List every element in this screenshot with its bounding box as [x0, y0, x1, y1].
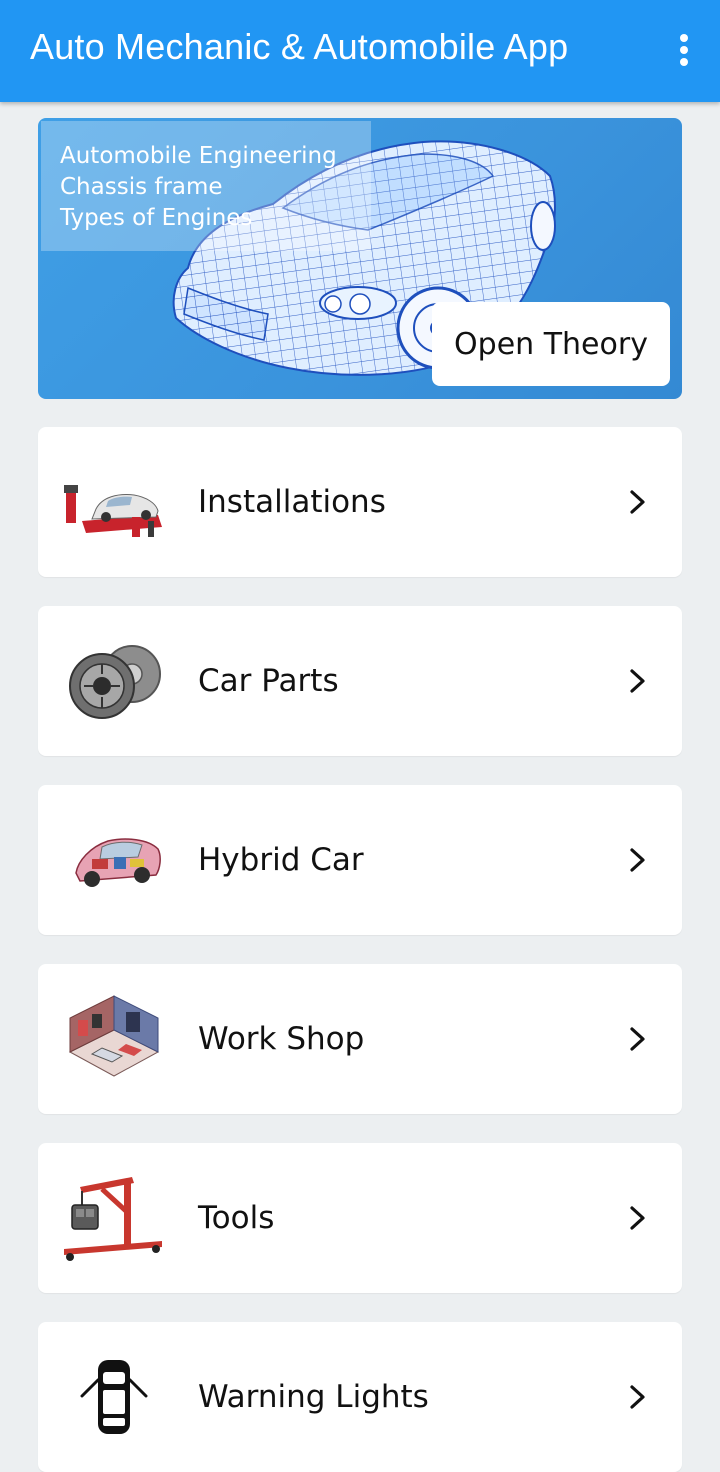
chevron-right-icon: [622, 1024, 652, 1054]
menu-item-label: Tools: [198, 1200, 275, 1236]
menu-item-label: Work Shop: [198, 1021, 365, 1057]
menu-item-label: Car Parts: [198, 663, 339, 699]
chevron-right-icon: [622, 1382, 652, 1412]
clutch-plate-icon: [62, 634, 166, 728]
app-bar: Auto Mechanic & Automobile App: [0, 0, 720, 102]
chevron-right-icon: [622, 1203, 652, 1233]
chevron-right-icon: [622, 845, 652, 875]
banner-topics-list: Automobile Engineering Chassis frame Typ…: [41, 121, 371, 251]
menu-item-installations[interactable]: Installations: [38, 427, 682, 577]
chevron-right-icon: [622, 487, 652, 517]
more-vert-icon[interactable]: [672, 30, 696, 70]
menu-item-label: Installations: [198, 484, 386, 520]
chevron-right-icon: [622, 666, 652, 696]
open-theory-button[interactable]: Open Theory: [432, 302, 670, 386]
car-top-view-icon: [62, 1350, 166, 1444]
menu-item-tools[interactable]: Tools: [38, 1143, 682, 1293]
theory-banner[interactable]: Automobile Engineering Chassis frame Typ…: [38, 118, 682, 399]
engine-crane-icon: [62, 1171, 166, 1265]
hybrid-car-icon: [62, 813, 166, 907]
menu-item-work-shop[interactable]: Work Shop: [38, 964, 682, 1114]
menu-item-label: Warning Lights: [198, 1379, 429, 1415]
banner-topic: Chassis frame: [60, 174, 223, 200]
app-title: Auto Mechanic & Automobile App: [30, 26, 569, 67]
workshop-icon: [62, 992, 166, 1086]
car-lift-icon: [62, 455, 166, 549]
menu-item-car-parts[interactable]: Car Parts: [38, 606, 682, 756]
banner-topic: Automobile Engineering: [60, 143, 337, 169]
menu-item-hybrid-car[interactable]: Hybrid Car: [38, 785, 682, 935]
menu-item-label: Hybrid Car: [198, 842, 364, 878]
menu-item-warning-lights[interactable]: Warning Lights: [38, 1322, 682, 1472]
banner-topic: Types of Engines: [60, 205, 253, 231]
